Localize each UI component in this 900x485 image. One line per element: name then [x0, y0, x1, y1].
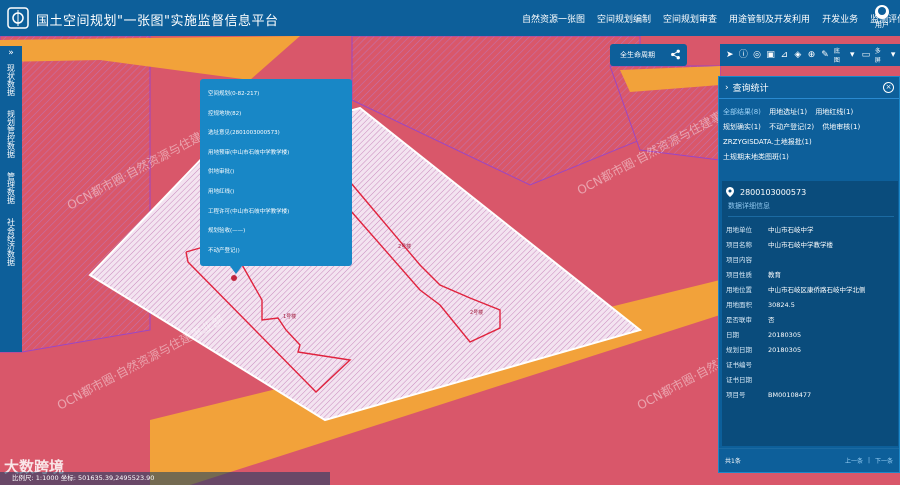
- print-icon[interactable]: ▣: [765, 49, 777, 61]
- popup-item[interactable]: 控规地块(82): [208, 105, 344, 125]
- popup-item[interactable]: 供地审批(): [208, 163, 344, 183]
- popup-item[interactable]: 用地预审(中山市石岐中学教学楼): [208, 144, 344, 164]
- tab-land-supply[interactable]: 供地审核(1): [822, 123, 860, 131]
- expand-icon[interactable]: »: [0, 46, 22, 60]
- close-icon[interactable]: ×: [883, 82, 894, 93]
- chevron-right-icon[interactable]: ›: [725, 83, 729, 93]
- popup-item[interactable]: 空间规划(0-82-217): [208, 85, 344, 105]
- info-icon[interactable]: ⓘ: [738, 49, 750, 61]
- pager-separator: |: [867, 457, 870, 464]
- map-marker: [231, 275, 237, 281]
- chevron-down-icon: ▾: [850, 50, 855, 60]
- basemap-dropdown[interactable]: 底图: [834, 46, 846, 64]
- sidebar-item-label: 管理数据: [6, 172, 16, 204]
- detail-field: 日期 20180305: [726, 331, 802, 339]
- tab-planning-confirm[interactable]: 规划确实(1): [723, 123, 761, 131]
- nav-item-dev-business[interactable]: 开发业务: [816, 12, 864, 25]
- popup-item[interactable]: 规划验收(——): [208, 222, 344, 242]
- detail-field: 用地面积 30824.5: [726, 301, 795, 309]
- pointer-icon[interactable]: ➤: [724, 49, 736, 61]
- map-pin-icon: [726, 187, 734, 197]
- share-icon[interactable]: [670, 49, 681, 60]
- panel-title: 查询统计: [732, 84, 769, 94]
- sidebar-item-label: 现状数据: [6, 64, 16, 96]
- measure-icon[interactable]: ⊿: [778, 49, 790, 61]
- prev-button[interactable]: 上一条: [845, 456, 863, 465]
- globe-icon[interactable]: ◎: [751, 49, 763, 61]
- logo-icon: [7, 7, 29, 29]
- tab-land-approval[interactable]: ZRZYGISDATA.土地报批(1): [723, 138, 812, 146]
- nav-item-resource-map[interactable]: 自然资源一张图: [516, 12, 591, 25]
- sidebar-item-management-data[interactable]: 管理数据: [0, 168, 22, 214]
- detail-field: 项目号 BM00108477: [726, 391, 812, 399]
- detail-field: 规划日期 20180305: [726, 346, 802, 354]
- map-toolbar: ➤ ⓘ ◎ ▣ ⊿ ◈ ⊕ ✎ 底图 ▾ ▭ 多屏 ▾: [720, 44, 900, 66]
- detail-field: 证书日期: [726, 376, 752, 384]
- detail-link[interactable]: 数据详细信息: [728, 201, 894, 217]
- detail-field: 项目性质 教育: [726, 271, 781, 279]
- left-sidebar: » 现状数据 规划管控数据 管理数据 社会经济数据: [0, 46, 22, 352]
- chevron-down-icon: ▾: [890, 50, 896, 60]
- detail-field: 证书编号: [726, 361, 752, 369]
- map-label: 2号楼: [398, 243, 411, 250]
- lifecycle-search-button[interactable]: 全生命周期: [610, 44, 687, 66]
- user-menu[interactable]: 用户: [872, 5, 892, 30]
- next-button[interactable]: 下一条: [875, 456, 893, 465]
- detail-field: 项目名称 中山市石岐中学教学楼: [726, 241, 833, 249]
- user-icon: [875, 5, 889, 19]
- parcel-detail-card: 2800103000573 数据详细信息 用地单位 中山市石岐中学 项目名称 中山市…: [722, 181, 898, 446]
- sidebar-item-status-data[interactable]: 现状数据: [0, 60, 22, 106]
- nav-item-land-use[interactable]: 用途管制及开发利用: [723, 12, 816, 25]
- nav-item-planning-review[interactable]: 空间规划审查: [657, 12, 723, 25]
- category-tabs: 全部结果(8) 用地选址(1) 用地红线(1) 规划确实(1) 不动产登记(2)…: [719, 99, 899, 167]
- result-count: 共1条: [725, 458, 741, 465]
- map-label: 2号楼: [470, 309, 483, 316]
- top-nav: 自然资源一张图 空间规划编制 空间规划审查 用途管制及开发利用 开发业务 监测评…: [516, 0, 900, 36]
- user-label: 用户: [875, 21, 889, 29]
- sidebar-item-socioeconomic-data[interactable]: 社会经济数据: [0, 214, 22, 276]
- multiscreen-icon[interactable]: ▭: [860, 49, 872, 61]
- map-label: 1号楼: [283, 313, 296, 320]
- detail-field: 是否联审否: [726, 316, 775, 324]
- detail-field: 用地位置 中山市石岐区康侨路石岐中学北侧: [726, 286, 866, 294]
- parcel-id-row: 2800103000573: [726, 185, 894, 199]
- draw-icon[interactable]: ✎: [819, 49, 831, 61]
- header-bar: 国土空间规划"一张图"实施监督信息平台 自然资源一张图 空间规划编制 空间规划审…: [0, 0, 900, 36]
- parcel-id: 2800103000573: [740, 187, 807, 197]
- nav-item-planning-compile[interactable]: 空间规划编制: [591, 12, 657, 25]
- popup-item[interactable]: 工程许可(中山市石岐中学教学楼): [208, 203, 344, 223]
- query-panel: › 查询统计 × 全部结果(8) 用地选址(1) 用地红线(1) 规划确实(1)…: [718, 76, 900, 473]
- multiscreen-dropdown[interactable]: 多屏: [875, 46, 887, 64]
- tab-red-line[interactable]: 用地红线(1): [815, 108, 853, 116]
- location-icon[interactable]: ⊕: [806, 49, 818, 61]
- tab-land-parcel[interactable]: 土规期末地类图斑(1): [723, 153, 789, 161]
- tab-real-estate[interactable]: 不动产登记(2): [769, 123, 814, 131]
- sidebar-item-planning-data[interactable]: 规划管控数据: [0, 106, 22, 168]
- lifecycle-popup: 空间规划(0-82-217) 控规地块(82) 选址意见(28010030005…: [200, 79, 352, 274]
- panel-footer: 共1条 上一条 | 下一条: [719, 448, 899, 472]
- sidebar-item-label: 社会经济数据: [6, 218, 16, 266]
- lifecycle-label: 全生命周期: [620, 51, 655, 59]
- app-title: 国土空间规划"一张图"实施监督信息平台: [36, 14, 279, 29]
- sidebar-item-label: 规划管控数据: [6, 110, 16, 158]
- status-bar: 比例尺: 1:1000 坐标: 501635.39,2495523.90: [0, 472, 330, 485]
- popup-item[interactable]: 不动产登记(): [208, 242, 344, 262]
- popup-item[interactable]: 用地红线(): [208, 183, 344, 203]
- tab-all-results[interactable]: 全部结果(8): [723, 108, 761, 116]
- detail-field: 用地单位 中山市石岐中学: [726, 226, 814, 234]
- tab-site-selection[interactable]: 用地选址(1): [769, 108, 807, 116]
- detail-field: 项目内容: [726, 256, 752, 264]
- panel-header: › 查询统计: [719, 77, 899, 99]
- layers-icon[interactable]: ◈: [792, 49, 804, 61]
- popup-item[interactable]: 选址意见(2801003000573): [208, 124, 344, 144]
